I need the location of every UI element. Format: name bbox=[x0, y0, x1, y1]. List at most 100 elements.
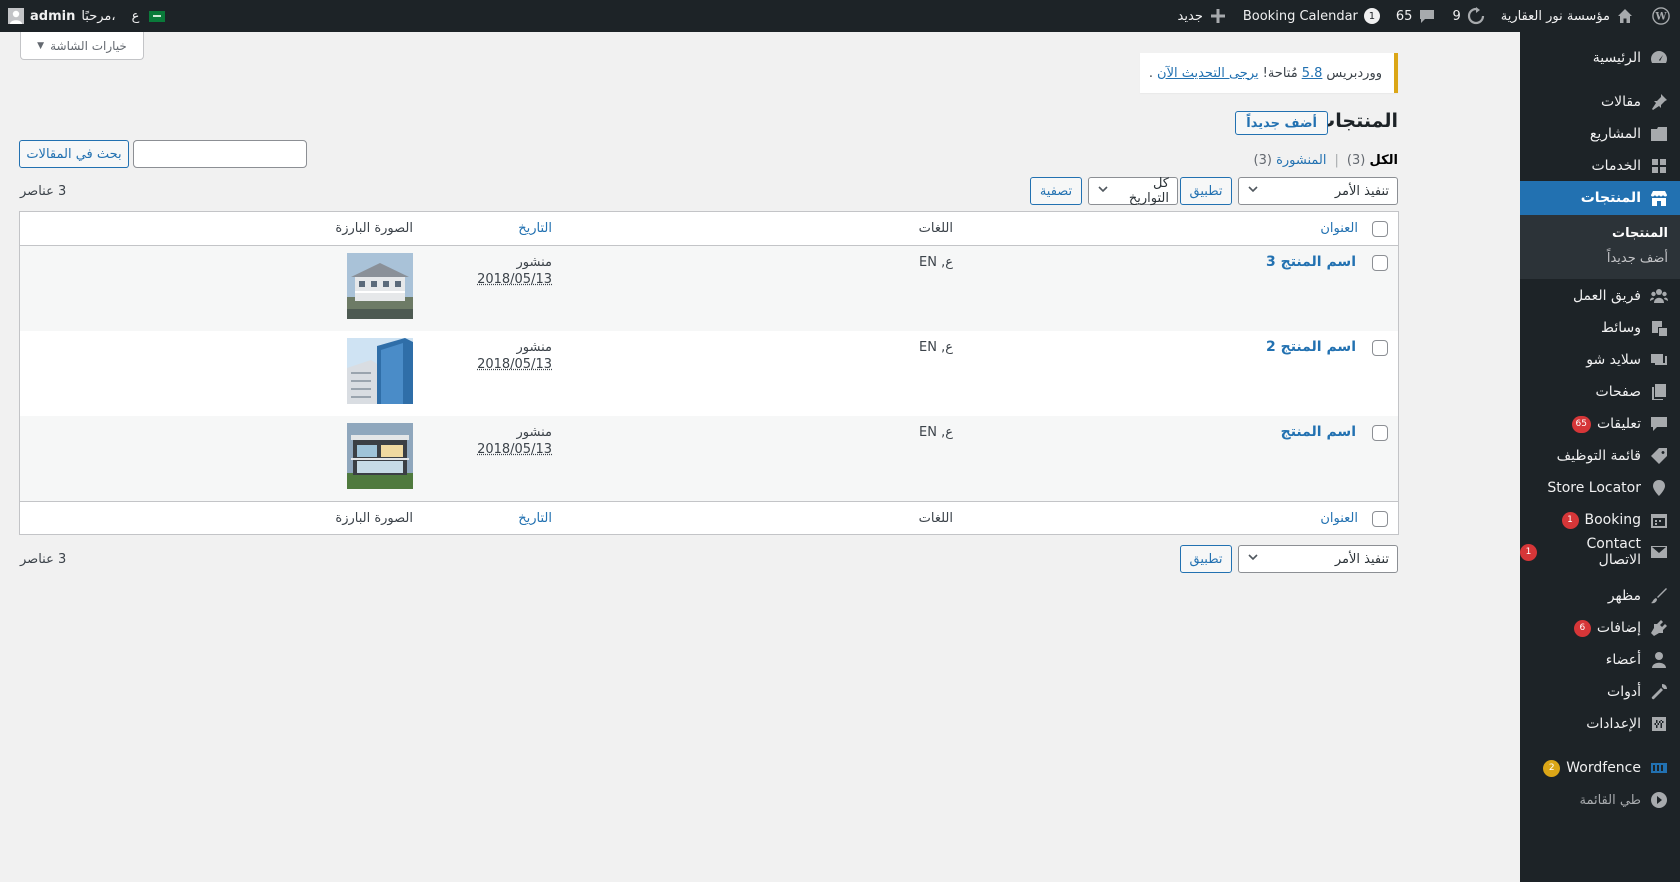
items-count-bottom: 3 عناصر bbox=[20, 552, 67, 567]
wordfence-icon bbox=[1649, 758, 1669, 778]
view-published[interactable]: المنشورة (3) bbox=[1254, 153, 1327, 168]
select-all-checkbox[interactable] bbox=[1372, 221, 1388, 237]
calendar-icon bbox=[1649, 510, 1669, 530]
column-image-header: الصورة البارزة bbox=[335, 221, 413, 236]
menu-services[interactable]: الخدمات bbox=[1520, 149, 1680, 183]
settings-icon bbox=[1649, 714, 1669, 734]
admin-bar: W مؤسسة نور العقارية 9 65 1 Booking Cale… bbox=[0, 0, 1680, 32]
table-header: العنوان اللغات التاريخ الصورة البارزة bbox=[20, 212, 1398, 246]
user-name: admin bbox=[30, 8, 76, 24]
update-notice: ووردبريس 5.8 مُتاحة! يرجى التحديث الآن. bbox=[1140, 53, 1398, 93]
table-row: اسم المنتج 3 ع, EN منشور 2018/05/13 bbox=[20, 246, 1398, 331]
row-checkbox[interactable] bbox=[1372, 255, 1388, 271]
view-all[interactable]: الكل (3) bbox=[1347, 153, 1398, 168]
bulk-action-select-bottom[interactable]: تنفيذ الأمر bbox=[1238, 545, 1398, 573]
updates-link[interactable]: 9 bbox=[1444, 0, 1492, 32]
comments-count: 65 bbox=[1395, 8, 1413, 24]
menu-contact[interactable]: Contact الاتصال 1 bbox=[1520, 535, 1680, 569]
menu-appearance[interactable]: مظهر bbox=[1520, 579, 1680, 613]
menu-dashboard[interactable]: الرئيسية bbox=[1520, 41, 1680, 75]
wordpress-icon: W bbox=[1652, 7, 1670, 25]
featured-image[interactable] bbox=[347, 338, 413, 404]
booking-calendar-link[interactable]: 1 Booking Calendar bbox=[1235, 0, 1388, 32]
slides-icon bbox=[1649, 350, 1669, 370]
featured-image[interactable] bbox=[347, 423, 413, 489]
caret-down-icon: ▼ bbox=[37, 40, 45, 51]
table-row: اسم المنتج 2 ع, EN منشور 2018/05/13 bbox=[20, 331, 1398, 416]
screen-options-button[interactable]: خيارات الشاشة ▼ bbox=[20, 32, 144, 60]
update-now-link[interactable]: يرجى التحديث الآن bbox=[1157, 66, 1259, 81]
menu-collapse[interactable]: طي القائمة bbox=[1520, 783, 1680, 817]
products-table: العنوان اللغات التاريخ الصورة البارزة اس… bbox=[19, 211, 1399, 535]
dates-filter-select[interactable]: كل التواريخ bbox=[1088, 176, 1178, 206]
column-date-header[interactable]: التاريخ bbox=[518, 221, 552, 236]
new-content-link[interactable]: جديد bbox=[1170, 0, 1235, 32]
svg-text:W: W bbox=[1654, 12, 1667, 23]
menu-projects[interactable]: المشاريع bbox=[1520, 117, 1680, 151]
menu-wordfence[interactable]: Wordfence 2 bbox=[1520, 751, 1680, 785]
location-icon bbox=[1649, 478, 1669, 498]
chevron-down-icon bbox=[1247, 183, 1259, 199]
chevron-down-icon bbox=[1247, 551, 1259, 567]
menu-store-locator[interactable]: Store Locator bbox=[1520, 471, 1680, 505]
site-name: مؤسسة نور العقارية bbox=[1500, 8, 1610, 24]
admin-sidebar: الرئيسية مقالات المشاريع الخدمات المنتجا… bbox=[1512, 32, 1680, 882]
my-account-link[interactable]: مرحبًا، admin bbox=[0, 0, 124, 32]
language-switcher[interactable]: ع bbox=[124, 0, 174, 32]
select-all-checkbox-footer[interactable] bbox=[1372, 511, 1388, 527]
featured-image[interactable] bbox=[347, 253, 413, 319]
row-title-link[interactable]: اسم المنتج bbox=[1281, 424, 1356, 440]
menu-pages[interactable]: صفحات bbox=[1520, 375, 1680, 409]
column-title-footer[interactable]: العنوان bbox=[1320, 511, 1358, 526]
filter-button[interactable]: تصفية bbox=[1030, 177, 1082, 205]
plus-icon bbox=[1209, 7, 1227, 25]
booking-count-badge: 1 bbox=[1363, 8, 1380, 24]
menu-jobs[interactable]: قائمة التوظيف bbox=[1520, 439, 1680, 473]
row-status: منشور bbox=[516, 255, 552, 270]
email-icon bbox=[1649, 542, 1669, 562]
menu-media[interactable]: وسائط bbox=[1520, 311, 1680, 345]
site-name-link[interactable]: مؤسسة نور العقارية bbox=[1493, 0, 1642, 32]
items-count: 3 عناصر bbox=[20, 184, 67, 199]
wordfence-badge: 2 bbox=[1543, 759, 1561, 777]
row-checkbox[interactable] bbox=[1372, 340, 1388, 356]
main-content: خيارات الشاشة ▼ ووردبريس 5.8 مُتاحة! يرج… bbox=[0, 32, 1420, 882]
submenu-add-new[interactable]: أضف جديداً bbox=[1520, 246, 1680, 271]
products-submenu: المنتجات أضف جديداً bbox=[1520, 215, 1680, 279]
booking-calendar-label: Booking Calendar bbox=[1242, 8, 1358, 24]
row-languages: ع, EN bbox=[919, 340, 953, 355]
search-input[interactable] bbox=[133, 140, 307, 168]
column-date-footer[interactable]: التاريخ bbox=[518, 511, 552, 526]
menu-posts[interactable]: مقالات bbox=[1520, 85, 1680, 119]
version-link[interactable]: 5.8 bbox=[1302, 66, 1323, 81]
comment-icon bbox=[1418, 7, 1436, 25]
menu-booking[interactable]: Booking 1 bbox=[1520, 503, 1680, 537]
users-icon bbox=[1649, 650, 1669, 670]
menu-tools[interactable]: أدوات bbox=[1520, 675, 1680, 709]
add-new-button[interactable]: أضف جديداً bbox=[1235, 111, 1328, 135]
row-title-link[interactable]: اسم المنتج 2 bbox=[1266, 339, 1356, 355]
page-title: المنتجات bbox=[1316, 110, 1398, 132]
tag-icon bbox=[1649, 446, 1669, 466]
row-checkbox[interactable] bbox=[1372, 425, 1388, 441]
search-button[interactable]: بحث في المقالات bbox=[19, 140, 129, 168]
comments-link[interactable]: 65 bbox=[1388, 0, 1445, 32]
column-title-header[interactable]: العنوان bbox=[1320, 221, 1358, 236]
wordpress-logo[interactable]: W bbox=[1642, 0, 1680, 32]
menu-products[interactable]: المنتجات bbox=[1512, 181, 1680, 215]
apply-button-bottom[interactable]: تطبيق bbox=[1180, 545, 1232, 573]
submenu-all-products[interactable]: المنتجات bbox=[1520, 221, 1680, 246]
menu-slideshow[interactable]: سلايد شو bbox=[1520, 343, 1680, 377]
apply-button[interactable]: تطبيق bbox=[1180, 177, 1232, 205]
chevron-down-icon bbox=[1097, 183, 1109, 199]
menu-comments[interactable]: تعليقات 65 bbox=[1520, 407, 1680, 441]
bulk-action-select[interactable]: تنفيذ الأمر bbox=[1238, 177, 1398, 205]
row-title-link[interactable]: اسم المنتج 3 bbox=[1266, 254, 1356, 270]
menu-settings[interactable]: الإعدادات bbox=[1520, 707, 1680, 741]
menu-team[interactable]: فريق العمل bbox=[1520, 279, 1680, 313]
menu-plugins[interactable]: إضافات 6 bbox=[1520, 611, 1680, 645]
menu-users[interactable]: أعضاء bbox=[1520, 643, 1680, 677]
media-icon bbox=[1649, 318, 1669, 338]
comments-icon bbox=[1649, 414, 1669, 434]
booking-badge: 1 bbox=[1561, 511, 1579, 529]
